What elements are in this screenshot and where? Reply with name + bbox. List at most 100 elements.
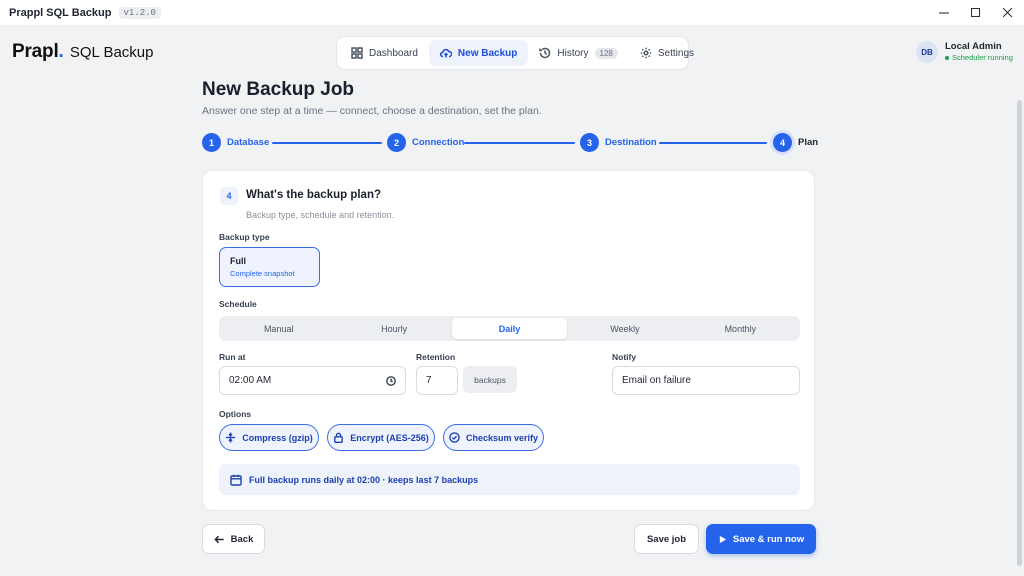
backup-type-name: Full [230, 256, 246, 266]
notify-select[interactable]: Email on failure [612, 366, 800, 395]
retention-input[interactable]: 7 [416, 366, 458, 395]
step-destination[interactable]: 3 Destination [580, 133, 657, 152]
retention-unit: backups [463, 366, 517, 393]
option-label: Checksum verify [465, 432, 539, 443]
run-label: Save & run now [732, 533, 805, 545]
save-label: Save job [646, 533, 687, 545]
brand-product: SQL Backup [69, 44, 154, 61]
step-number: 4 [773, 133, 792, 152]
gear-icon [640, 47, 652, 59]
plan-summary: Full backup runs daily at 02:00 · keeps … [219, 464, 800, 495]
back-button[interactable]: Back [202, 524, 265, 554]
run-at-label: Run at [219, 352, 246, 362]
nav-label: Dashboard [369, 47, 418, 59]
nav-label: History [557, 47, 589, 59]
brand-logo: Prapl. SQL Backup [12, 41, 153, 63]
avatar: DB [916, 41, 938, 63]
nav-settings[interactable]: Settings [629, 40, 705, 66]
notify-label: Notify [612, 352, 637, 362]
version-badge: v1.2.0 [118, 6, 161, 19]
schedule-selector: Manual Hourly Daily Weekly Monthly [219, 316, 800, 341]
option-compress[interactable]: Compress (gzip) [219, 424, 319, 451]
step-label: Connection [412, 137, 465, 148]
nav-new-backup[interactable]: New Backup [428, 40, 529, 66]
retention-value: 7 [426, 375, 432, 386]
scheduler-status: Scheduler running [945, 52, 1013, 63]
retention-label: Retention [416, 352, 456, 362]
step-number: 3 [580, 133, 599, 152]
minimize-icon [939, 11, 949, 14]
scrollbar[interactable] [1017, 100, 1022, 566]
brand-dot: . [58, 41, 64, 62]
history-icon [539, 47, 551, 59]
step-number: 1 [202, 133, 221, 152]
run-at-value: 02:00 AM [229, 375, 272, 386]
summary-text: Full backup runs daily at 02:00 · keeps … [249, 474, 479, 485]
lock-icon [334, 432, 344, 443]
schedule-monthly[interactable]: Monthly [683, 318, 798, 339]
page-subtitle: Answer one step at a time — connect, cho… [202, 105, 542, 117]
history-count-badge: 128 [594, 47, 618, 59]
close-icon [1003, 7, 1013, 17]
schedule-label: Schedule [219, 299, 257, 309]
maximize-icon [971, 7, 981, 17]
nav-history[interactable]: History 128 [528, 40, 628, 66]
step-connector [272, 142, 382, 144]
step-number: 2 [387, 133, 406, 152]
option-encrypt[interactable]: Encrypt (AES-256) [327, 424, 435, 451]
compress-icon [226, 432, 236, 443]
status-dot-icon [945, 55, 949, 60]
backup-type-label: Backup type [219, 232, 270, 242]
card-title: What's the backup plan? [246, 189, 381, 201]
stepper: 1 Database 2 Connection 3 Destination 4 … [202, 133, 822, 153]
step-database[interactable]: 1 Database [202, 133, 269, 152]
maximize-button[interactable] [960, 0, 992, 25]
nav-label: Settings [657, 47, 695, 59]
nav-dashboard[interactable]: Dashboard [340, 40, 429, 66]
step-connector [464, 142, 575, 144]
close-button[interactable] [992, 0, 1024, 25]
user-menu[interactable]: DB Local Admin Scheduler running [916, 41, 1013, 63]
dashboard-icon [351, 47, 363, 59]
card-subtitle: Backup type, schedule and retention. [246, 210, 395, 220]
main-nav: Dashboard New Backup History 128 Setting… [336, 36, 694, 70]
schedule-daily[interactable]: Daily [451, 318, 568, 339]
back-label: Back [230, 533, 254, 545]
arrow-left-icon [213, 535, 224, 543]
app-title: Prappl SQL Backup [9, 6, 112, 19]
schedule-hourly[interactable]: Hourly [336, 318, 451, 339]
calendar-icon [230, 474, 242, 486]
step-badge: 4 [220, 187, 238, 205]
check-circle-icon [449, 432, 460, 443]
minimize-button[interactable] [928, 0, 960, 25]
notify-value: Email on failure [622, 375, 691, 386]
play-icon [719, 535, 726, 543]
step-connection[interactable]: 2 Connection [387, 133, 464, 152]
plan-card: 4 What's the backup plan? Backup type, s… [202, 170, 815, 511]
step-label: Database [227, 137, 270, 148]
page-title: New Backup Job [202, 79, 355, 100]
options-label: Options [219, 409, 252, 419]
option-checksum[interactable]: Checksum verify [443, 424, 544, 451]
option-label: Compress (gzip) [242, 432, 313, 443]
step-label: Plan [798, 137, 819, 148]
step-connector [659, 142, 767, 144]
brand-name: Prapl [12, 41, 59, 62]
backup-type-desc: Complete snapshot [230, 269, 295, 278]
nav-label: New Backup [457, 47, 518, 59]
schedule-manual[interactable]: Manual [221, 318, 336, 339]
window-controls [928, 0, 1024, 25]
schedule-weekly[interactable]: Weekly [567, 318, 682, 339]
user-name: Local Admin [945, 41, 1002, 52]
clock-icon[interactable] [386, 376, 396, 386]
run-at-time-input[interactable]: 02:00 AM [219, 366, 406, 395]
step-label: Destination [605, 137, 657, 148]
option-label: Encrypt (AES-256) [350, 432, 429, 443]
status-text: Scheduler running [952, 53, 1013, 62]
save-and-run-button[interactable]: Save & run now [706, 524, 816, 554]
cloud-upload-icon [439, 48, 452, 58]
backup-type-full[interactable]: Full Complete snapshot [219, 247, 320, 287]
title-bar: Prappl SQL Backup v1.2.0 [0, 0, 1024, 25]
step-plan[interactable]: 4 Plan [773, 133, 818, 152]
save-job-button[interactable]: Save job [634, 524, 699, 554]
